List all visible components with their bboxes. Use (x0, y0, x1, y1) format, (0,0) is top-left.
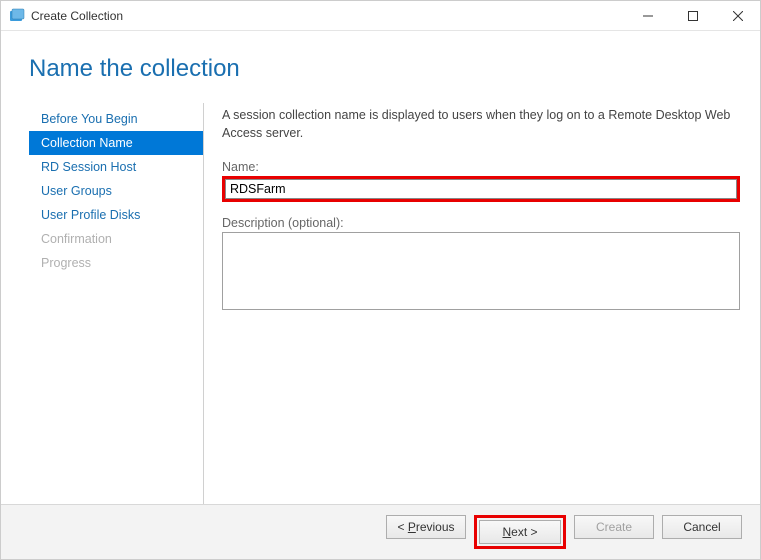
close-button[interactable] (715, 1, 760, 30)
create-button: Create (574, 515, 654, 539)
footer-buttons: < Previous Next > Create Cancel (1, 504, 760, 559)
step-user-profile-disks[interactable]: User Profile Disks (29, 203, 203, 227)
heading-region: Name the collection (1, 31, 760, 99)
step-confirmation: Confirmation (29, 227, 203, 251)
app-icon (9, 8, 25, 24)
step-user-groups[interactable]: User Groups (29, 179, 203, 203)
name-input[interactable] (225, 179, 737, 199)
maximize-icon (688, 11, 698, 21)
page-title: Name the collection (29, 55, 760, 83)
description-label: Description (optional): (222, 216, 740, 230)
maximize-button[interactable] (670, 1, 715, 30)
content-panel: A session collection name is displayed t… (204, 103, 740, 504)
step-rd-session-host[interactable]: RD Session Host (29, 155, 203, 179)
minimize-button[interactable] (625, 1, 670, 30)
body-region: Before You Begin Collection Name RD Sess… (1, 99, 760, 504)
intro-text: A session collection name is displayed t… (222, 107, 740, 142)
titlebar: Create Collection (1, 1, 760, 31)
description-textarea[interactable] (222, 232, 740, 310)
step-progress: Progress (29, 251, 203, 275)
minimize-icon (643, 11, 653, 21)
previous-button[interactable]: < Previous (386, 515, 466, 539)
window-controls (625, 1, 760, 30)
name-highlight-box (222, 176, 740, 202)
next-button[interactable]: Next > (479, 520, 561, 544)
window-title: Create Collection (31, 9, 625, 23)
name-label: Name: (222, 160, 740, 174)
wizard-steps-sidebar: Before You Begin Collection Name RD Sess… (29, 103, 204, 504)
cancel-button[interactable]: Cancel (662, 515, 742, 539)
step-collection-name[interactable]: Collection Name (29, 131, 203, 155)
step-before-you-begin[interactable]: Before You Begin (29, 107, 203, 131)
close-icon (733, 11, 743, 21)
next-highlight-box: Next > (474, 515, 566, 549)
